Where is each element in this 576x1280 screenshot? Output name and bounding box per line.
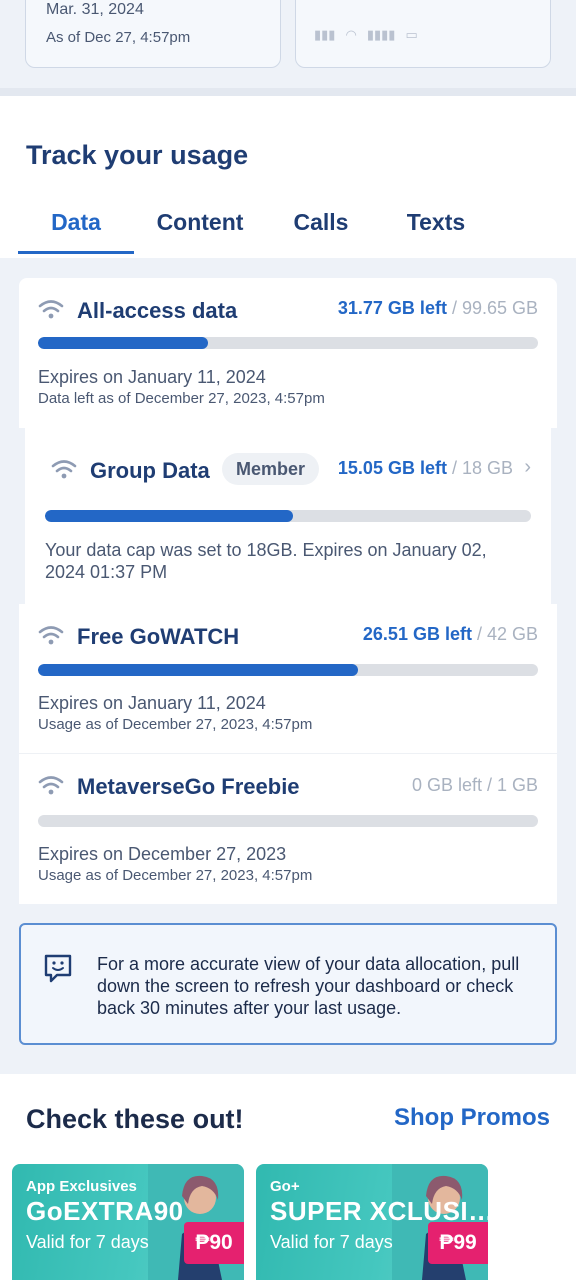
tab-data[interactable]: Data	[18, 200, 134, 256]
promo-price: ₱90	[184, 1222, 244, 1264]
usage-progress-bar	[38, 815, 538, 827]
section-divider	[0, 88, 576, 96]
promo-validity: Valid for 7 days	[26, 1232, 149, 1252]
shop-promos-link[interactable]: Shop Promos	[394, 1104, 550, 1132]
as-of-text: Usage as of December 27, 2023, 4:57pm	[38, 716, 313, 733]
battery-icon: ▭	[405, 27, 418, 42]
track-usage-section: Track your usage Data Content Calls Text…	[0, 96, 576, 258]
usage-progress-bar	[38, 337, 538, 349]
data-left: 26.51 GB left / 42 GB	[363, 624, 538, 645]
usage-title: MetaverseGo Freebie	[77, 774, 300, 799]
usage-item-group-data[interactable]: Group Data Member 15.05 GB left / 18 GB …	[25, 428, 551, 604]
tab-data-label: Data	[51, 209, 101, 235]
info-text: For a more accurate view of your data al…	[97, 954, 520, 1018]
track-usage-title: Track your usage	[26, 140, 249, 170]
refresh-info-box: For a more accurate view of your data al…	[19, 923, 557, 1045]
usage-title: Free GoWATCH	[77, 624, 240, 649]
usage-item-free-gowatch[interactable]: Free GoWATCH 26.51 GB left / 42 GB Expir…	[19, 604, 557, 754]
promo-card-super-xclusive[interactable]: Go+ SUPER XCLUSI… Valid for 7 days ₱99	[256, 1164, 488, 1280]
tab-calls-label: Calls	[293, 209, 349, 235]
wifi-icon	[38, 776, 64, 795]
tab-texts-label: Texts	[406, 209, 466, 235]
wifi-icon	[38, 626, 64, 645]
promo-tag: App Exclusives	[26, 1178, 137, 1195]
data-total: / 42 GB	[471, 624, 538, 644]
usage-progress-bar	[45, 510, 531, 522]
active-tab-underline	[18, 251, 134, 254]
data-left-amount: 31.77 GB left	[337, 298, 447, 318]
plan-date: Mar. 31, 2024	[46, 1, 144, 18]
promo-validity: Valid for 7 days	[270, 1232, 393, 1252]
usage-progress-fill	[45, 510, 293, 522]
usage-progress-bar	[38, 664, 538, 676]
promo-card-goextra90[interactable]: App Exclusives GoEXTRA90 Valid for 7 day…	[12, 1164, 244, 1280]
expiry-text: Expires on January 11, 2024	[38, 693, 266, 713]
data-total: / 99.65 GB	[446, 298, 538, 318]
usage-progress-fill	[38, 337, 208, 349]
promo-price: ₱99	[428, 1222, 488, 1264]
usage-title: Group Data	[90, 458, 210, 483]
signal-icon: ▮▮▮	[314, 27, 336, 42]
data-left: 0 GB left / 1 GB	[411, 775, 538, 795]
usage-item-metaversego[interactable]: MetaverseGo Freebie 0 GB left / 1 GB Exp…	[19, 754, 557, 904]
tab-content[interactable]: Content	[146, 200, 254, 256]
data-left-amount: 26.51 GB left	[362, 624, 472, 644]
data-cap-note: Your data cap was set to 18GB. Expires o…	[45, 540, 487, 582]
plan-as-of: As of Dec 27, 4:57pm	[46, 29, 191, 46]
tab-content-label: Content	[156, 209, 244, 235]
promo-name: GoEXTRA90	[26, 1196, 184, 1226]
usage-item-all-access[interactable]: All-access data 31.77 GB left / 99.65 GB…	[19, 278, 557, 428]
member-badge: Member	[222, 453, 320, 485]
chat-smile-icon	[44, 954, 72, 983]
as-of-text: Usage as of December 27, 2023, 4:57pm	[38, 867, 313, 884]
data-total: / 18 GB	[446, 458, 513, 478]
data-left: 31.77 GB left / 99.65 GB	[338, 298, 538, 319]
promos-section: Check these out! Shop Promos App Exclusi…	[0, 1074, 576, 1280]
usage-tabs: Data Content Calls Texts	[18, 200, 558, 258]
as-of-text: Data left as of December 27, 2023, 4:57p…	[38, 390, 325, 407]
promos-title: Check these out!	[26, 1104, 244, 1134]
network-icon: ▮▮▮▮	[366, 27, 396, 42]
data-left: 15.05 GB left / 18 GB	[338, 458, 513, 479]
chevron-right-icon[interactable]: ›	[524, 456, 531, 479]
wifi-icon	[51, 460, 77, 479]
plan-summary-card[interactable]: Mar. 31, 2024 As of Dec 27, 4:57pm	[25, 0, 281, 68]
wifi-icon: ◠	[345, 27, 357, 42]
data-left-amount: 15.05 GB left	[337, 458, 447, 478]
promo-tag: Go+	[270, 1178, 300, 1195]
top-summary-area: Mar. 31, 2024 As of Dec 27, 4:57pm ▮▮▮ ◠…	[0, 0, 576, 88]
expiry-text: Expires on January 11, 2024	[38, 367, 266, 387]
faded-status-icons: ▮▮▮ ◠ ▮▮▮▮ ▭	[314, 27, 418, 43]
tab-texts[interactable]: Texts	[396, 200, 476, 256]
secondary-summary-card[interactable]: ▮▮▮ ◠ ▮▮▮▮ ▭	[295, 0, 551, 68]
expiry-text: Expires on December 27, 2023	[38, 844, 287, 864]
usage-progress-fill	[38, 664, 358, 676]
usage-title: All-access data	[77, 298, 238, 323]
tab-calls[interactable]: Calls	[280, 200, 362, 256]
wifi-icon	[38, 300, 64, 319]
